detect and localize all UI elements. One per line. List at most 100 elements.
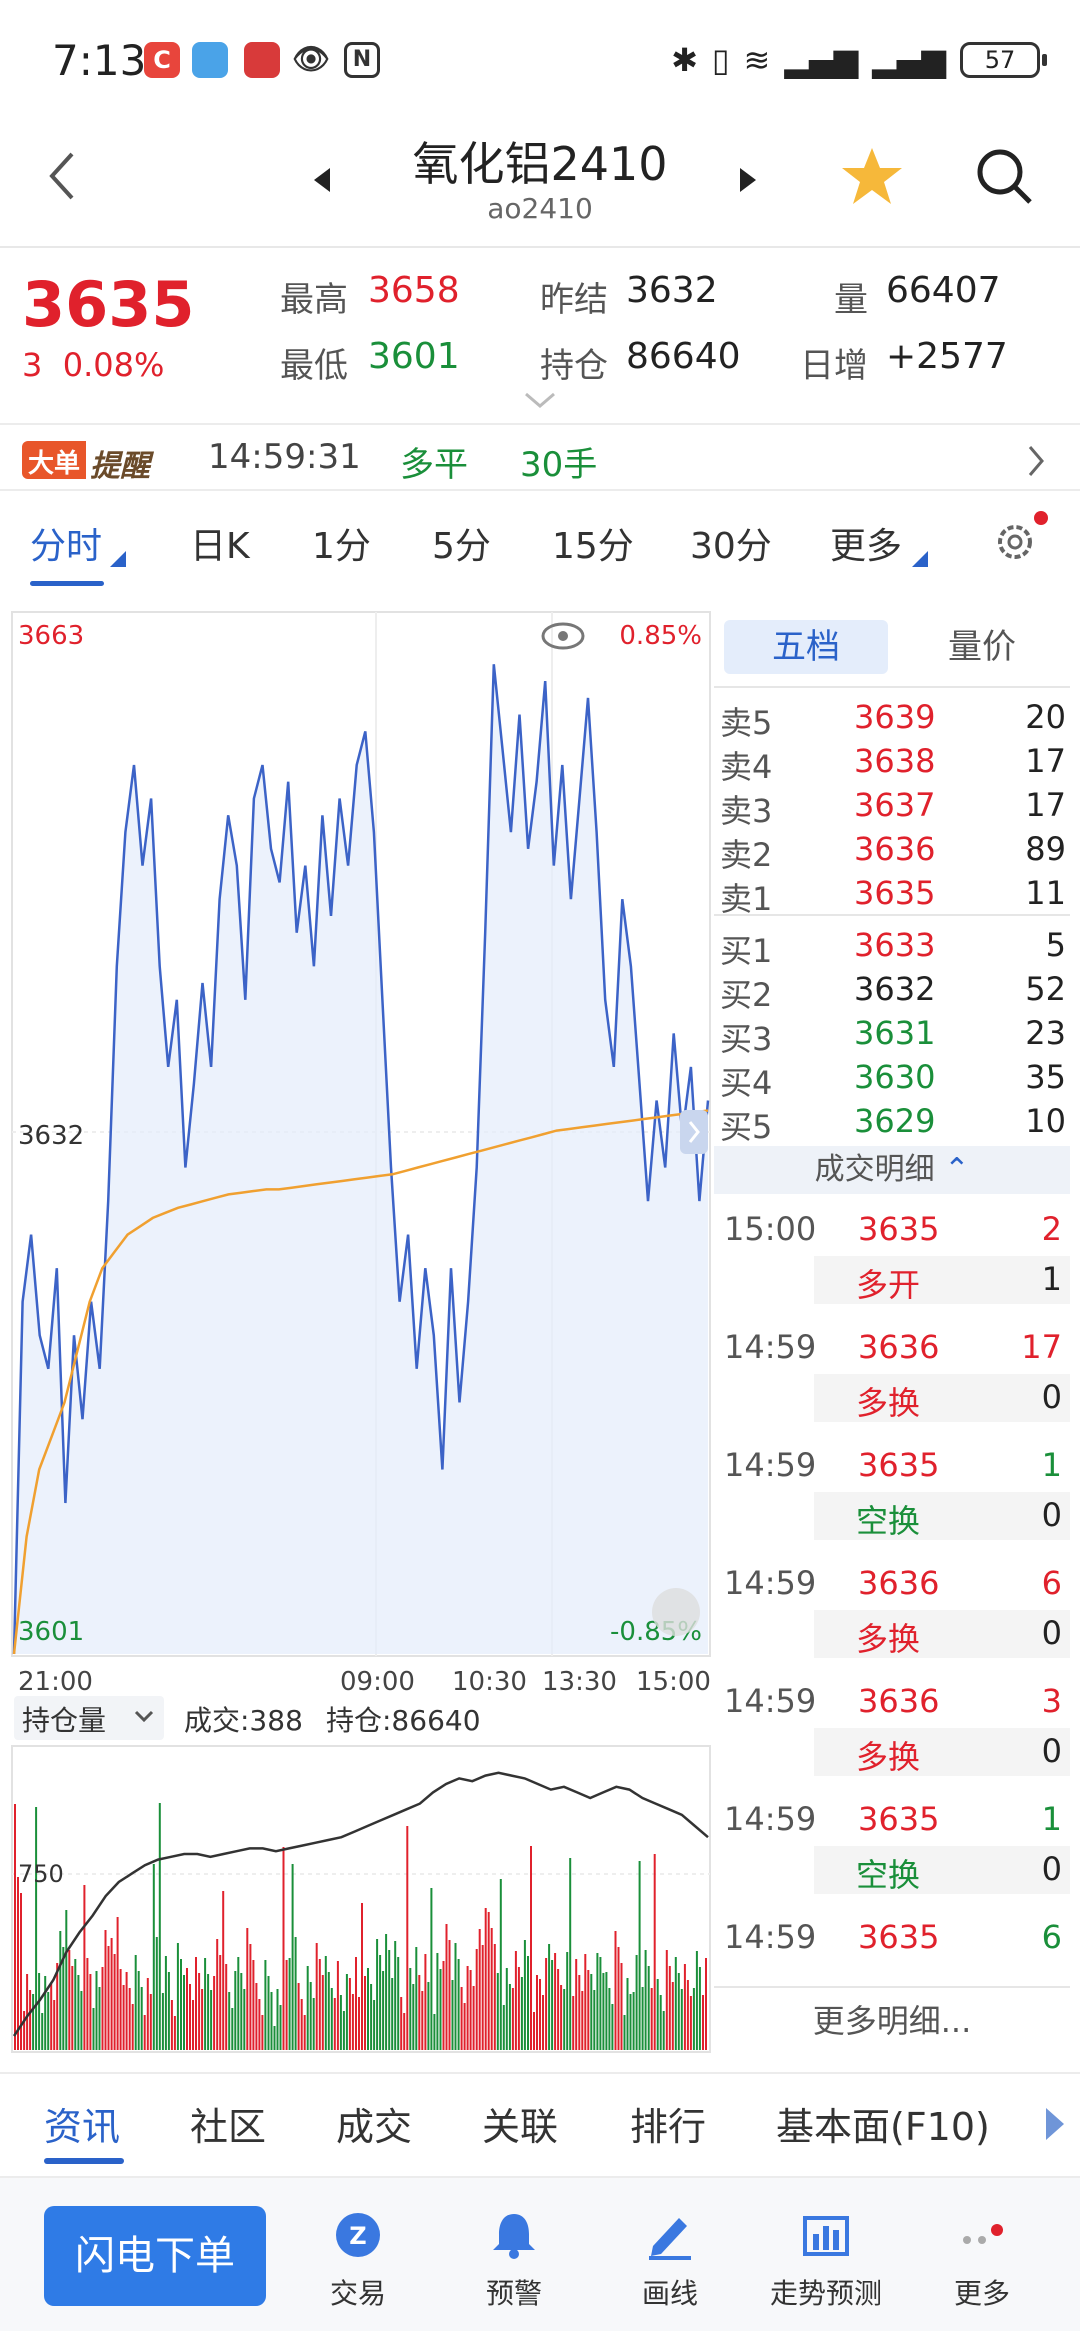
trade-row[interactable]: 14:59 3635 6: [724, 1918, 1070, 1962]
bid-row[interactable]: 买4 3630 35: [720, 1058, 1066, 1102]
y-mid-label: 3632: [18, 1121, 84, 1151]
star-icon[interactable]: [840, 144, 904, 208]
scroll-right-icon[interactable]: [1046, 2108, 1064, 2140]
tab-fundamentals[interactable]: 基本面(F10): [776, 2096, 990, 2151]
bid-row[interactable]: 买1 3633 5: [720, 926, 1066, 970]
trade-type: 空换: [856, 1856, 921, 1894]
more-detail-button[interactable]: 更多明细...: [714, 1986, 1070, 2052]
volume-bar: [146, 1978, 149, 2050]
tab-five-levels[interactable]: 五档: [724, 620, 888, 674]
volume-bar: [481, 1945, 484, 2050]
volume-bar: [671, 1982, 674, 2050]
volume-bar: [345, 1974, 348, 2050]
quote-panel[interactable]: 3635 3 0.08% 最高 3658 最低 3601 昨结 3632 持仓 …: [0, 250, 1080, 425]
volume-bar: [436, 1953, 439, 2050]
big-order-alert[interactable]: 大单 提醒 14:59:31 多平 30手: [0, 427, 1080, 491]
expand-chevron-icon[interactable]: [524, 392, 556, 410]
volume-bar: [104, 1930, 107, 2050]
sub-selector[interactable]: 持仓量: [22, 1704, 106, 1737]
tab-news[interactable]: 资讯: [44, 2096, 120, 2151]
trend-forecast-button[interactable]: 走势预测: [756, 2200, 896, 2320]
volume-bar: [527, 1956, 529, 2050]
svg-text:Z: Z: [349, 2222, 366, 2250]
ask-volume: 17: [1025, 742, 1066, 780]
trade-button[interactable]: Z 交易: [288, 2200, 428, 2320]
ask-row[interactable]: 卖4 3638 17: [720, 742, 1066, 786]
chevron-right-icon[interactable]: [1026, 445, 1046, 477]
volume-bar: [472, 1986, 475, 2050]
ask-row[interactable]: 卖3 3637 17: [720, 786, 1066, 830]
volume-bar: [327, 1972, 330, 2050]
ask-volume: 20: [1025, 698, 1066, 736]
volume-bar: [273, 2026, 276, 2050]
trade-price: 3636: [858, 1328, 940, 1366]
volume-bar: [237, 1957, 240, 2050]
ask-row[interactable]: 卖5 3639 20: [720, 698, 1066, 742]
volume-bar: [575, 1959, 578, 2050]
tab-community[interactable]: 社区: [190, 2096, 266, 2151]
flash-order-button[interactable]: 闪电下单: [44, 2206, 266, 2306]
tab-ranking[interactable]: 排行: [630, 2096, 706, 2151]
draw-line-button[interactable]: 画线: [600, 2200, 740, 2320]
volume-bar: [566, 1952, 569, 2050]
tab-daily-k[interactable]: 日K: [190, 517, 250, 569]
volume-bar: [59, 1931, 62, 2050]
chart-loading-icon[interactable]: [652, 1588, 700, 1636]
search-icon[interactable]: [972, 144, 1036, 208]
volume-bar: [487, 1912, 490, 2050]
volume-bar: [252, 1960, 255, 2050]
trade-row[interactable]: 15:00 3635 2: [724, 1210, 1070, 1254]
tab-15min[interactable]: 15分: [552, 517, 634, 569]
bid-row[interactable]: 买5 3629 10: [720, 1102, 1066, 1146]
chart-canvas[interactable]: 3663 3632 3601 0.85% -0.85% 21:00 09:00 …: [0, 600, 712, 2060]
trade-row[interactable]: 14:59 3636 6: [724, 1564, 1070, 1608]
bid-volume: 5: [1045, 926, 1066, 964]
alert-button[interactable]: 预警: [444, 2200, 584, 2320]
volume-bar: [499, 1879, 502, 2050]
volume-bar: [439, 1969, 442, 2050]
next-arrow-icon[interactable]: [736, 166, 760, 194]
bid-row[interactable]: 买2 3632 52: [720, 970, 1066, 1014]
tab-trades[interactable]: 成交: [336, 2096, 412, 2151]
more-button[interactable]: 更多: [912, 2200, 1052, 2320]
status-bar: 7:13 C 👁 N ✱ ▯ ≋ ▂▄▆ ▂▄▆ 57: [0, 0, 1080, 120]
volume-bar: [321, 1975, 324, 2050]
settings-gear-icon[interactable]: [990, 517, 1040, 567]
tab-related[interactable]: 关联: [482, 2096, 558, 2151]
ask-row[interactable]: 卖1 3635 11: [720, 874, 1066, 918]
volume-bar: [249, 1944, 252, 2050]
bottom-toolbar: 闪电下单 Z 交易 预警 画线 走势预测 更多: [0, 2176, 1080, 2331]
bid-row[interactable]: 买3 3631 23: [720, 1014, 1066, 1058]
trade-row[interactable]: 14:59 3636 17: [724, 1328, 1070, 1372]
volume-bar: [364, 1976, 366, 2050]
volume-bar: [496, 1973, 499, 2050]
tab-1min[interactable]: 1分: [312, 517, 371, 569]
volume-bar: [297, 1983, 300, 2050]
volume-bar: [517, 1967, 520, 2050]
trade-volume: 17: [1021, 1328, 1062, 1366]
chart-scroll-handle-icon[interactable]: [680, 1110, 708, 1154]
trade-price: 3636: [858, 1682, 940, 1720]
bid-label: 买5: [720, 1108, 773, 1146]
volume-bar: [149, 1994, 152, 2050]
tab-more[interactable]: 更多: [830, 517, 902, 569]
volume-bar: [475, 1949, 478, 2050]
tab-30min[interactable]: 30分: [690, 517, 772, 569]
volume-bar: [427, 1982, 430, 2050]
tab-intraday[interactable]: 分时: [30, 517, 102, 569]
tab-5min[interactable]: 5分: [432, 517, 491, 569]
trade-row[interactable]: 14:59 3636 3: [724, 1682, 1070, 1726]
volume-bar: [695, 1951, 698, 2050]
dropdown-triangle-icon: [110, 551, 126, 567]
volume-bar: [170, 2000, 173, 2050]
trade-row[interactable]: 14:59 3635 1: [724, 1446, 1070, 1490]
trade-detail-header[interactable]: 成交明细 ⌃: [714, 1146, 1070, 1194]
intraday-chart[interactable]: 3663 3632 3601 0.85% -0.85% 21:00 09:00 …: [0, 600, 712, 2060]
tab-volume-price[interactable]: 量价: [900, 620, 1064, 674]
volume-label: 量: [834, 280, 868, 320]
vibrate-icon: ▯: [711, 41, 730, 79]
trade-price: 3636: [858, 1564, 940, 1602]
trade-row[interactable]: 14:59 3635 1: [724, 1800, 1070, 1844]
volume-bar: [279, 2005, 282, 2050]
ask-row[interactable]: 卖2 3636 89: [720, 830, 1066, 874]
